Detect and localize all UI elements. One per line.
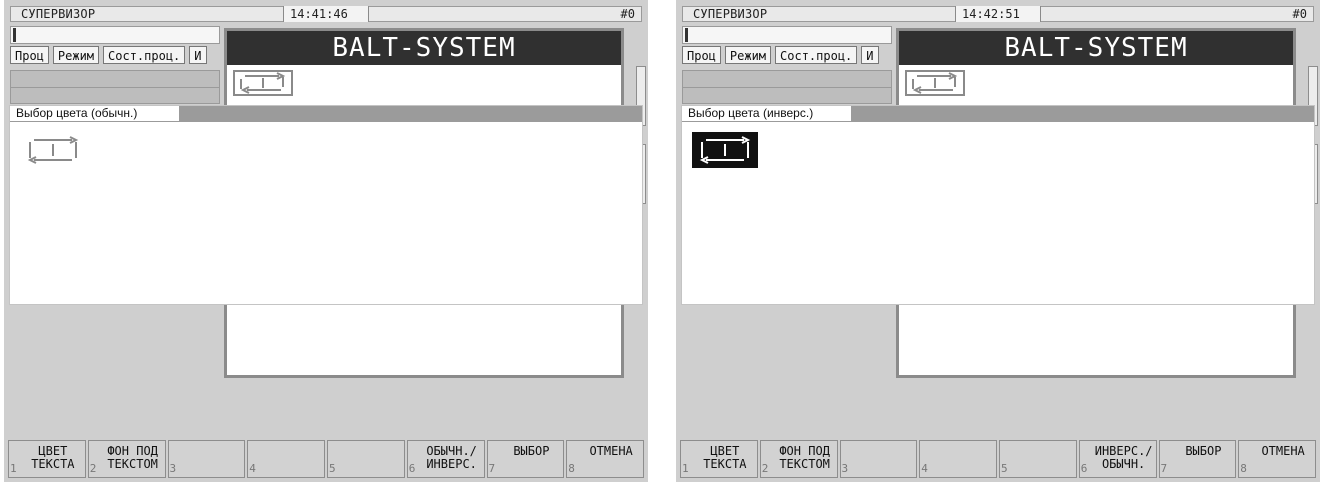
fkey-2[interactable]: 2 ФОН ПОД ТЕКСТОМ [759, 440, 838, 478]
screen-right: СУПЕРВИЗОР 14:42:51 #0 Проц Режим Сост.п… [676, 0, 1320, 482]
status-bar: СУПЕРВИЗОР 14:42:51 #0 [682, 6, 1314, 22]
balt-title: BALT-SYSTEM [899, 31, 1293, 65]
dialog-title: Выбор цвета (инверс.) [682, 106, 852, 122]
fkey-6[interactable]: 6 ОБЫЧН./ ИНВЕРС. [406, 440, 485, 478]
color-select-dialog: Выбор цвета (инверс.) [682, 106, 1314, 304]
fkey-6[interactable]: 6 ИНВЕРС./ ОБЫЧН. [1078, 440, 1157, 478]
tab-proc-state[interactable]: Сост.проц. [775, 46, 858, 64]
status-bar: СУПЕРВИЗОР 14:41:46 #0 [10, 6, 642, 22]
function-keys: 1 ЦВЕТ ТЕКСТА 2 ФОН ПОД ТЕКСТОМ 3 4 5 6 ОБЫ… [8, 440, 644, 478]
fkey-1[interactable]: 1 ЦВЕТ ТЕКСТА [8, 440, 86, 478]
text-cursor [13, 28, 16, 42]
fkey-8[interactable]: 8 ОТМЕНА [1238, 440, 1316, 478]
fkey-4[interactable]: 4 [247, 440, 325, 478]
fkey-7[interactable]: 7 ВЫБОР [1158, 440, 1237, 478]
process-cycle-icon [233, 70, 293, 96]
tab-more[interactable]: И [189, 46, 207, 64]
tab-proc-state[interactable]: Сост.проц. [103, 46, 186, 64]
fkey-5[interactable]: 5 [327, 440, 405, 478]
channel-number: #0 [620, 7, 635, 21]
window-title: СУПЕРВИЗОР [693, 7, 768, 21]
clock: 14:41:46 [283, 6, 369, 22]
fkey-3[interactable]: 3 [167, 440, 246, 478]
tabbar: Проц Режим Сост.проц. И [682, 46, 879, 64]
command-line[interactable] [10, 26, 220, 44]
tab-proc[interactable]: Проц [682, 46, 721, 64]
fkey-5[interactable]: 5 [999, 440, 1077, 478]
fkey-2[interactable]: 2 ФОН ПОД ТЕКСТОМ [87, 440, 166, 478]
process-cycle-icon [692, 132, 758, 168]
color-select-dialog: Выбор цвета (обычн.) [10, 106, 642, 304]
clock: 14:42:51 [955, 6, 1041, 22]
function-keys: 1 ЦВЕТ ТЕКСТА 2 ФОН ПОД ТЕКСТОМ 3 4 5 6 ИНВ… [680, 440, 1316, 478]
tab-mode[interactable]: Режим [52, 46, 100, 64]
channel-number: #0 [1292, 7, 1307, 21]
tab-proc[interactable]: Проц [10, 46, 49, 64]
fkey-8[interactable]: 8 ОТМЕНА [566, 440, 644, 478]
tab-more[interactable]: И [861, 46, 879, 64]
process-cycle-icon [27, 136, 79, 164]
fkey-4[interactable]: 4 [919, 440, 997, 478]
text-cursor [685, 28, 688, 42]
fkey-7[interactable]: 7 ВЫБОР [486, 440, 565, 478]
screen-left: СУПЕРВИЗОР 14:41:46 #0 Проц Режим Сост.п… [4, 0, 648, 482]
tab-mode[interactable]: Режим [724, 46, 772, 64]
process-list-stub [10, 70, 220, 104]
process-list-stub [682, 70, 892, 104]
fkey-3[interactable]: 3 [839, 440, 918, 478]
process-cycle-icon [905, 70, 965, 96]
window-title: СУПЕРВИЗОР [21, 7, 96, 21]
dialog-title: Выбор цвета (обычн.) [10, 106, 180, 122]
balt-title: BALT-SYSTEM [227, 31, 621, 65]
command-line[interactable] [682, 26, 892, 44]
tabbar: Проц Режим Сост.проц. И [10, 46, 207, 64]
fkey-1[interactable]: 1 ЦВЕТ ТЕКСТА [680, 440, 758, 478]
